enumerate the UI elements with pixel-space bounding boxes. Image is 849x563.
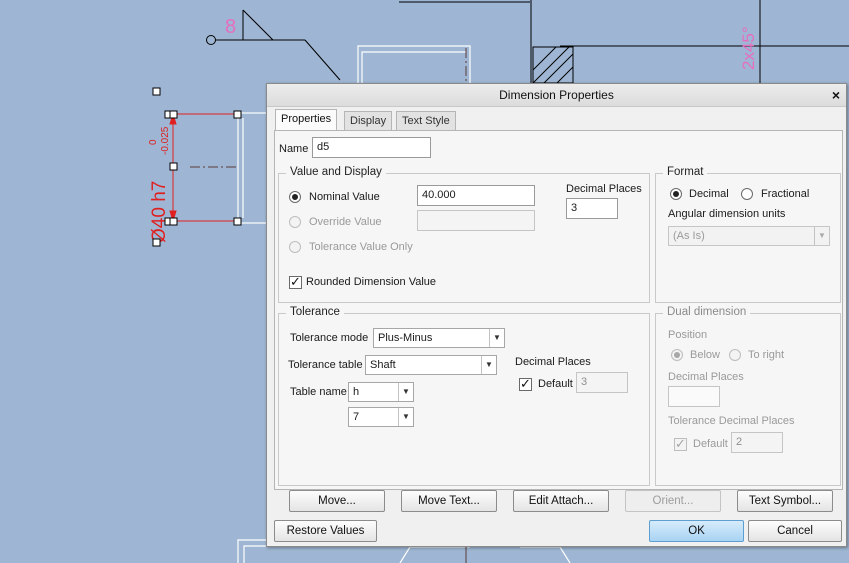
- tolerance-value-only-label: Tolerance Value Only: [309, 241, 413, 253]
- name-label: Name: [279, 143, 309, 155]
- dual-decimal-places-label: Decimal Places: [668, 371, 744, 383]
- format-group: Format Decimal Fractional Angular dimens…: [655, 166, 841, 303]
- override-value-radio[interactable]: [289, 216, 301, 228]
- table-name-label: Table name: [290, 386, 347, 398]
- nominal-value-label: Nominal Value: [309, 191, 380, 203]
- handle[interactable]: [152, 87, 161, 96]
- handle[interactable]: [169, 110, 178, 119]
- decimal-label: Decimal: [689, 188, 729, 200]
- angular-units-label: Angular dimension units: [668, 208, 786, 220]
- fractional-label: Fractional: [761, 188, 810, 200]
- tolerance-upper-text: 0: [148, 139, 159, 145]
- tolerance-default-label: Default: [538, 378, 573, 390]
- tolerance-lower-text: -0.025: [160, 126, 171, 155]
- table-name-select[interactable]: h ▼: [348, 382, 414, 402]
- to-right-label: To right: [748, 349, 785, 361]
- value-display-title: Value and Display: [286, 166, 386, 178]
- chevron-down-icon: ▼: [398, 383, 413, 401]
- override-value-label: Override Value: [309, 216, 382, 228]
- to-right-radio[interactable]: [729, 349, 741, 361]
- chevron-down-icon: ▼: [814, 227, 829, 245]
- cancel-button[interactable]: Cancel: [748, 520, 842, 542]
- edit-attach-button[interactable]: Edit Attach...: [513, 490, 609, 512]
- orient-button[interactable]: Orient...: [625, 490, 721, 512]
- tolerance-table-value: Shaft: [370, 359, 396, 371]
- dimension-properties-dialog: Dimension Properties × Properties Displa…: [266, 83, 847, 547]
- tolerance-decimal-places-label: Decimal Places: [515, 356, 591, 368]
- tolerance-default-field[interactable]: 3: [576, 372, 628, 393]
- tolerance-title: Tolerance: [286, 306, 344, 318]
- name-field[interactable]: d5: [312, 137, 431, 158]
- handle[interactable]: [233, 217, 242, 226]
- tab-display[interactable]: Display: [344, 111, 393, 130]
- dual-default-label: Default: [693, 438, 728, 450]
- position-label: Position: [668, 329, 708, 341]
- tolerance-default-checkbox[interactable]: ✓: [519, 377, 532, 391]
- chevron-down-icon: ▼: [398, 408, 413, 426]
- dual-default-checkbox[interactable]: ✓: [674, 437, 687, 451]
- handle[interactable]: [169, 162, 178, 171]
- text-symbol-button[interactable]: Text Symbol...: [737, 490, 833, 512]
- angular-units-select[interactable]: (As Is) ▼: [668, 226, 830, 246]
- surface-symbol-circle: [206, 35, 216, 45]
- chamfer-label: 2x45°: [739, 26, 758, 70]
- tolerance-mode-select[interactable]: Plus-Minus ▼: [373, 328, 505, 348]
- dual-dimension-group: Dual dimension Position Below To right D…: [655, 306, 841, 486]
- handle[interactable]: [169, 217, 178, 226]
- decimal-radio[interactable]: [670, 188, 682, 200]
- close-icon[interactable]: ×: [832, 84, 840, 106]
- decimal-places-field[interactable]: 3: [566, 198, 618, 219]
- table-name-value: h: [353, 386, 360, 398]
- handle[interactable]: [233, 110, 242, 119]
- fractional-radio[interactable]: [741, 188, 753, 200]
- dimension-text[interactable]: Ø40 h7: [149, 181, 170, 243]
- rounded-dimension-checkbox[interactable]: ✓: [289, 275, 302, 289]
- dialog-titlebar[interactable]: Dimension Properties ×: [267, 84, 846, 107]
- nominal-value-radio[interactable]: [289, 191, 301, 203]
- angular-units-value: (As Is): [673, 230, 705, 242]
- move-text-button[interactable]: Move Text...: [401, 490, 497, 512]
- rounded-dimension-label: Rounded Dimension Value: [306, 276, 437, 288]
- below-radio[interactable]: [671, 349, 683, 361]
- tolerance-grade-value: 7: [353, 411, 360, 423]
- dual-default-field[interactable]: 2: [731, 432, 783, 453]
- dual-decimal-places-field[interactable]: [668, 386, 720, 407]
- tab-text-style[interactable]: Text Style: [396, 111, 456, 130]
- dialog-title: Dimension Properties: [499, 88, 614, 102]
- tolerance-table-select[interactable]: Shaft ▼: [365, 355, 497, 375]
- decimal-places-label: Decimal Places: [566, 183, 642, 195]
- dual-tol-decimal-label: Tolerance Decimal Places: [668, 415, 795, 427]
- tolerance-mode-value: Plus-Minus: [378, 332, 433, 344]
- tolerance-group: Tolerance Tolerance mode Plus-Minus ▼ To…: [278, 306, 650, 486]
- nominal-value-field[interactable]: 40.000: [417, 185, 535, 206]
- surface-finish-label: 8: [225, 16, 236, 38]
- chevron-down-icon: ▼: [481, 356, 496, 374]
- value-display-group: Value and Display Nominal Value 40.000 O…: [278, 166, 650, 303]
- below-label: Below: [690, 349, 720, 361]
- tolerance-value-only-radio[interactable]: [289, 241, 301, 253]
- restore-values-button[interactable]: Restore Values: [274, 520, 377, 542]
- tolerance-grade-select[interactable]: 7 ▼: [348, 407, 414, 427]
- tolerance-mode-label: Tolerance mode: [290, 332, 369, 344]
- handle[interactable]: [152, 238, 161, 247]
- properties-panel: Name d5 Value and Display Nominal Value …: [274, 130, 843, 490]
- ok-button[interactable]: OK: [649, 520, 744, 542]
- dual-dimension-title: Dual dimension: [663, 306, 751, 318]
- format-title: Format: [663, 166, 708, 178]
- override-value-field[interactable]: [417, 210, 535, 231]
- chevron-down-icon: ▼: [489, 329, 504, 347]
- move-button[interactable]: Move...: [289, 490, 385, 512]
- tolerance-table-label: Tolerance table: [288, 359, 363, 371]
- tab-properties[interactable]: Properties: [275, 109, 338, 130]
